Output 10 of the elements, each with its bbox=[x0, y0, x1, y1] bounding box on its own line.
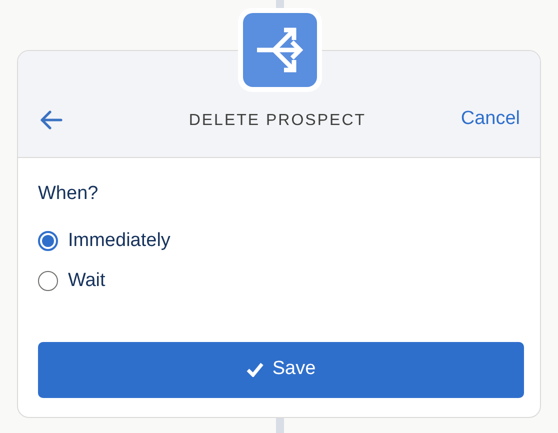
question-label: When? bbox=[38, 182, 98, 206]
check-icon bbox=[246, 362, 264, 377]
panel-title: DELETE PROSPECT bbox=[188, 111, 366, 131]
save-button[interactable]: Save bbox=[38, 342, 524, 398]
back-arrow-icon bbox=[39, 110, 63, 130]
radio-button[interactable] bbox=[38, 230, 58, 251]
cancel-link[interactable]: Cancel bbox=[460, 104, 520, 133]
radio-option[interactable]: Immediately bbox=[38, 226, 170, 255]
radio-option[interactable]: Wait bbox=[38, 267, 106, 296]
radio-button[interactable] bbox=[38, 271, 58, 292]
